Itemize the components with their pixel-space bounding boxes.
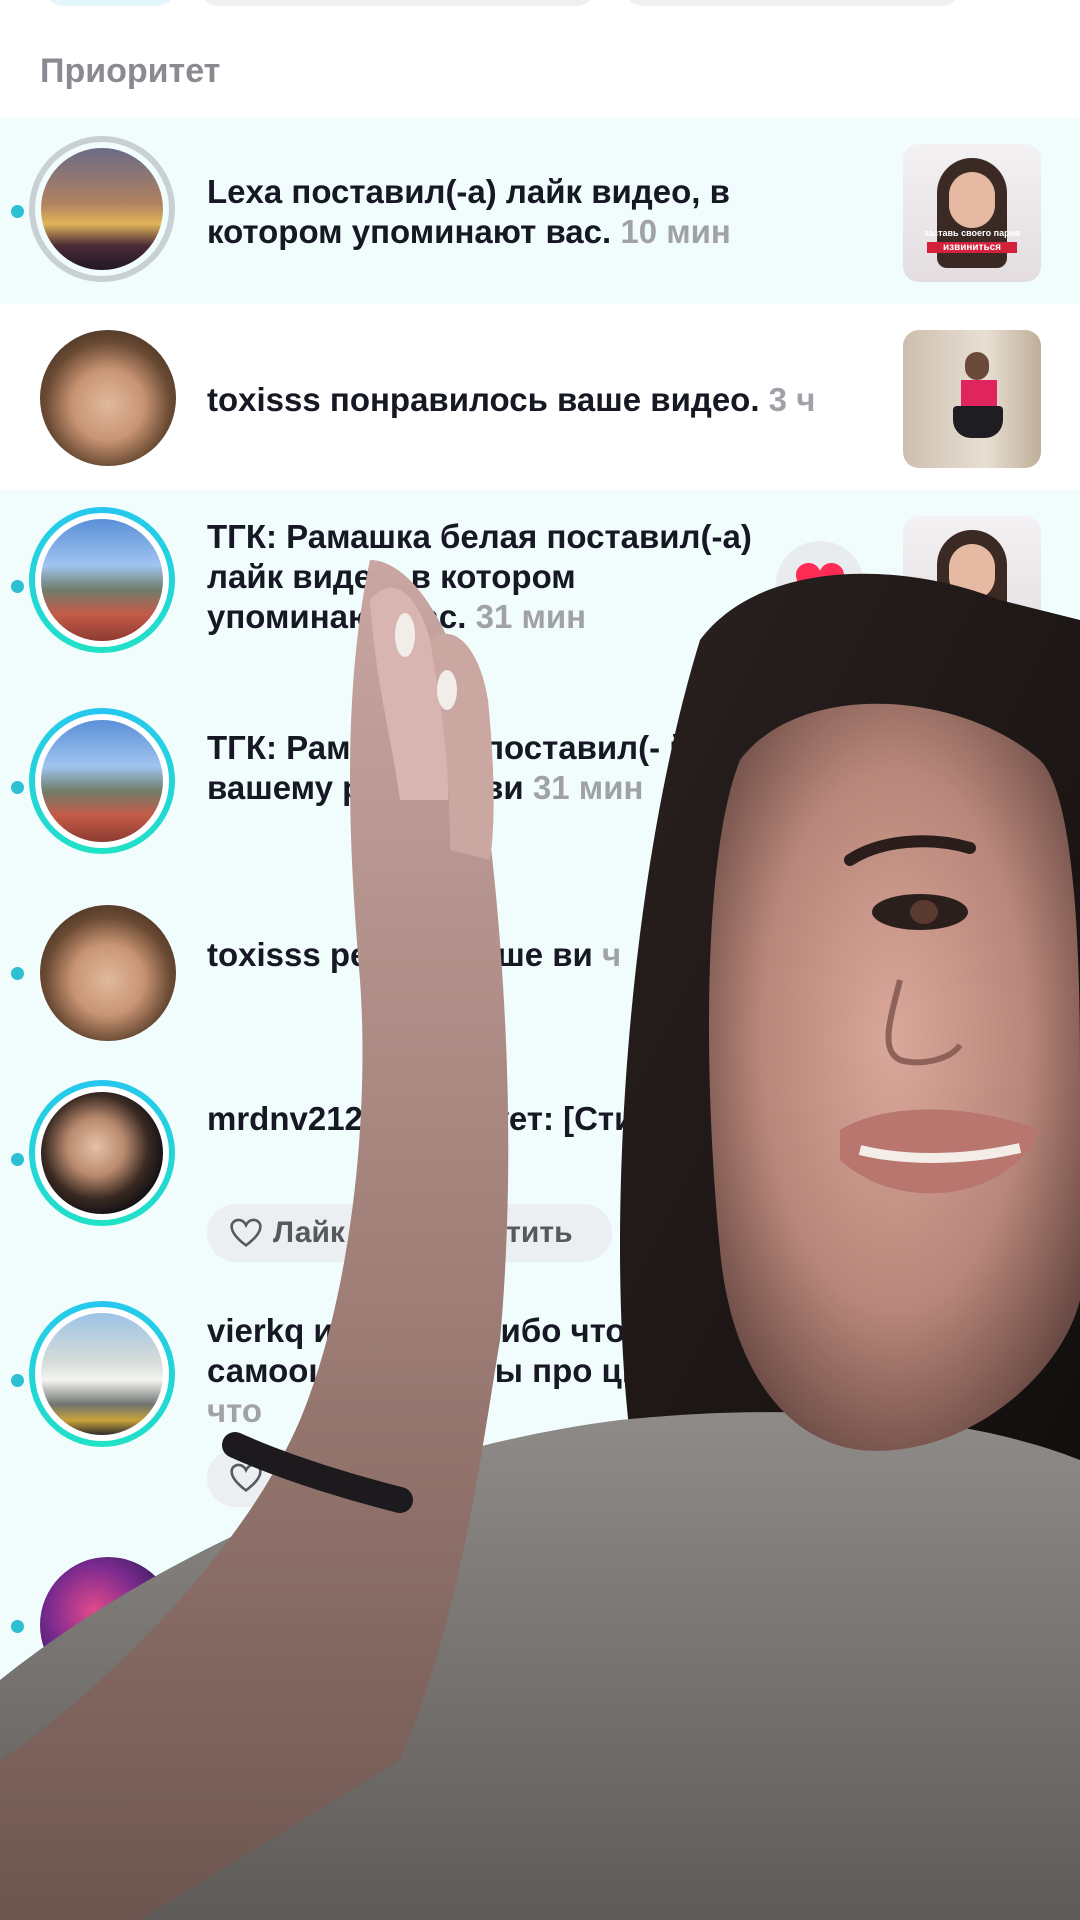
unread-dot: [11, 580, 24, 593]
filter-bar: [0, 0, 1080, 12]
notification-text: toxisss понравилось ваше видео. 3 ч: [207, 381, 816, 418]
notification-text: vierkq ирует: спасибо что пони ю самооце…: [207, 1312, 821, 1429]
avatar[interactable]: [29, 1080, 175, 1226]
notification-row[interactable]: toxisss понравилось ваше видео. 3 ч: [0, 304, 1080, 490]
heart-outline-icon[interactable]: [229, 1218, 263, 1248]
avatar[interactable]: [29, 1301, 175, 1447]
notification-text: Lexa поставил(-а) лайк видео, в котором …: [207, 173, 731, 250]
reply-button[interactable]: Ответить: [485, 1461, 624, 1495]
heart-icon: [796, 563, 844, 606]
unread-dot: [11, 1374, 24, 1387]
filter-pill[interactable]: [625, 0, 960, 6]
notification-text: toxisss ре л(-а) ваше ви ч: [207, 936, 622, 973]
unread-dot: [11, 205, 24, 218]
reply-button[interactable]: етить: [490, 1216, 573, 1250]
thumb-caption: заставь своего парня: [923, 228, 1021, 238]
section-title: Приоритет: [40, 52, 221, 90]
reply-icon[interactable]: [445, 1463, 475, 1493]
like-button[interactable]: [776, 541, 864, 629]
thumb-caption-highlight: извиниться: [927, 242, 1017, 253]
video-thumbnail[interactable]: [903, 516, 1041, 654]
avatar[interactable]: [29, 136, 175, 282]
unread-dot: [11, 967, 24, 980]
unread-dot: [11, 1153, 24, 1166]
comment-actions: Лайк Ответить: [207, 1449, 624, 1507]
notification-text: ТГК: Рама белая поставил(- йк вашему реп…: [207, 729, 707, 806]
notification-text: нра та: [207, 1586, 310, 1623]
unread-dot: [11, 781, 24, 794]
like-comment-button[interactable]: Лайк: [273, 1216, 345, 1250]
notification-row[interactable]: Lexa поставил(-а) лайк видео, в котором …: [0, 118, 1080, 304]
filter-pill[interactable]: [45, 0, 175, 6]
comment-actions: Лайк етить: [207, 1204, 612, 1262]
filter-pill[interactable]: [200, 0, 595, 6]
unread-dot: [11, 1620, 24, 1633]
video-thumbnail[interactable]: [903, 330, 1041, 468]
avatar[interactable]: [40, 330, 176, 466]
avatar[interactable]: [29, 507, 175, 653]
notification-text: ТГК: Рамашка белая поставил(-а) лайк вид…: [207, 518, 752, 635]
video-thumbnail[interactable]: заставь своего парня извиниться: [903, 144, 1041, 282]
notification-text: mrdnv212 ментирует: [Стикер]: [207, 1100, 701, 1137]
avatar[interactable]: [29, 708, 175, 854]
avatar[interactable]: [40, 905, 176, 1041]
avatar[interactable]: [40, 1557, 176, 1693]
heart-outline-icon[interactable]: [229, 1463, 263, 1493]
